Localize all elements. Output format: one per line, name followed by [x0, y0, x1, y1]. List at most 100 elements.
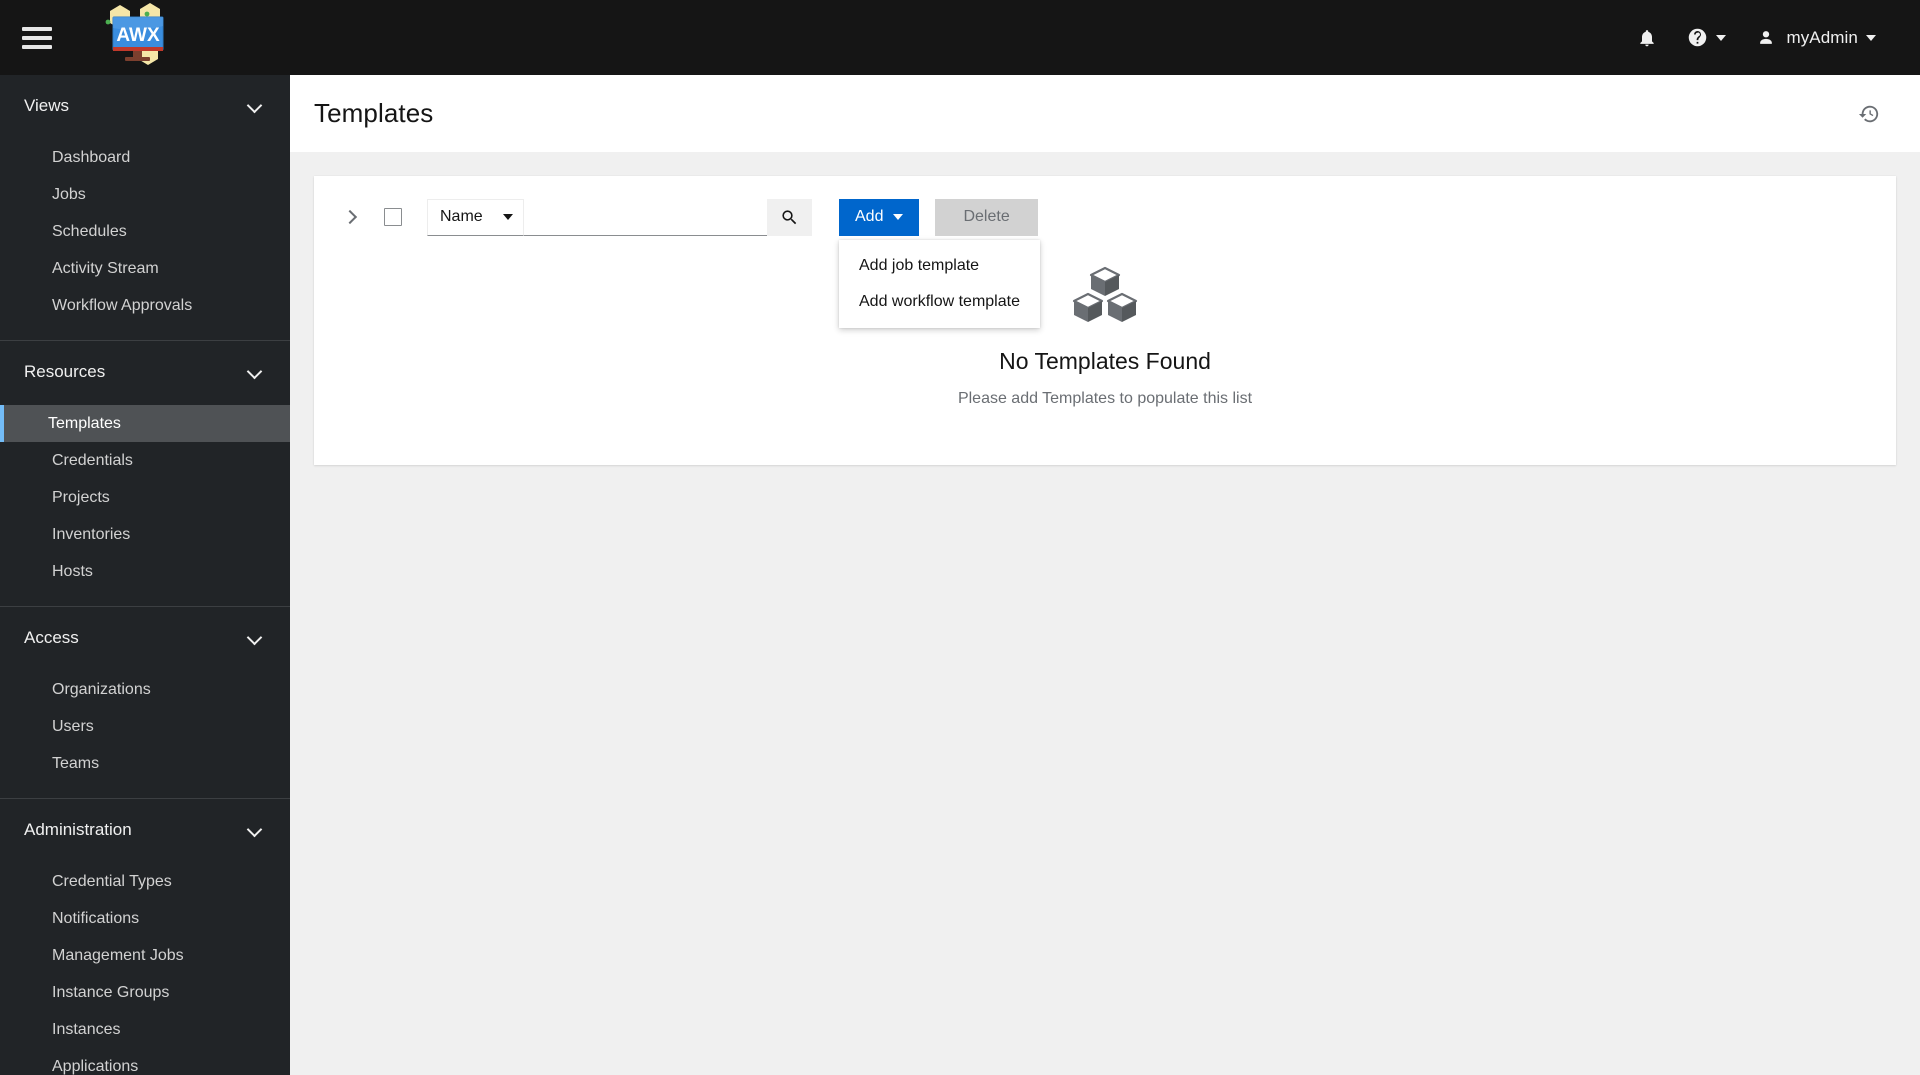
masthead: AWX myAdmin	[0, 0, 1920, 75]
nav-group-label: Access	[24, 628, 79, 647]
sidebar-item-dashboard[interactable]: Dashboard	[0, 139, 290, 176]
content-area: Name Add Add job template Add workflow te…	[290, 152, 1920, 1075]
sidebar-item-instances[interactable]: Instances	[0, 1011, 290, 1048]
chevron-down-icon	[248, 823, 262, 837]
sidebar-item-activity-stream[interactable]: Activity Stream	[0, 250, 290, 287]
user-menu-button[interactable]: myAdmin	[1742, 15, 1890, 61]
activity-history-button[interactable]	[1850, 95, 1888, 133]
chevron-down-icon	[1716, 34, 1727, 41]
sidebar-item-projects[interactable]: Projects	[0, 479, 290, 516]
sidebar-item-label: Applications	[52, 1057, 139, 1075]
empty-state-title: No Templates Found	[999, 348, 1211, 374]
search-filter-group: Name	[427, 198, 812, 236]
bell-icon	[1640, 29, 1655, 46]
sidebar-item-label: Credential Types	[52, 872, 172, 890]
nav-group-label: Resources	[24, 362, 106, 381]
awx-logo[interactable]: AWX	[88, 2, 188, 73]
sidebar-item-label: Projects	[52, 488, 110, 506]
sidebar-item-label: Templates	[48, 414, 121, 432]
nav-group-resources: Resources Templates Credentials Projects Inv…	[0, 340, 290, 606]
help-circle-icon	[1689, 28, 1707, 47]
select-all-checkbox[interactable]	[384, 208, 402, 226]
chevron-down-icon	[893, 214, 904, 220]
page-title: Templates	[314, 98, 434, 128]
add-menu-item-add-job-template[interactable]: Add job template	[839, 248, 1040, 284]
sidebar-item-hosts[interactable]: Hosts	[0, 553, 290, 590]
sidebar-item-schedules[interactable]: Schedules	[0, 213, 290, 250]
sidebar-item-label: Instance Groups	[52, 983, 170, 1001]
sidebar-item-label: Dashboard	[52, 148, 131, 166]
nav-group-items: Dashboard Jobs Schedules Activity Stream Wor…	[0, 137, 290, 340]
nav-group-administration: Administration Credential Types Notificati…	[0, 798, 290, 1075]
nav-group-header-views[interactable]: Views	[0, 75, 290, 137]
sidebar-item-credentials[interactable]: Credentials	[0, 442, 290, 479]
username-label: myAdmin	[1786, 27, 1858, 47]
sidebar-item-label: Workflow Approvals	[52, 296, 193, 314]
sidebar-item-label: Credentials	[52, 451, 133, 469]
sidebar-item-teams[interactable]: Teams	[0, 745, 290, 782]
sidebar-item-notifications[interactable]: Notifications	[0, 900, 290, 937]
expand-all-toggle[interactable]	[338, 204, 364, 230]
sidebar-item-organizations[interactable]: Organizations	[0, 671, 290, 708]
sidebar-item-inventories[interactable]: Inventories	[0, 516, 290, 553]
empty-state: No Templates Found Please add Templates …	[314, 242, 1896, 408]
sidebar-item-label: Notifications	[52, 909, 140, 927]
sidebar-item-label: Organizations	[52, 680, 151, 698]
add-dropdown-wrapper: Add Add job template Add workflow templat…	[839, 198, 1040, 328]
sidebar-item-templates[interactable]: Templates	[0, 405, 290, 442]
add-dropdown-menu: Add job template Add workflow template	[839, 239, 1040, 328]
empty-state-body: Please add Templates to populate this li…	[957, 390, 1253, 407]
hamburger-bar	[22, 26, 52, 31]
search-icon	[782, 209, 797, 224]
nav-group-items: Organizations Users Teams	[0, 669, 290, 798]
search-input[interactable]	[524, 198, 767, 236]
sidebar-item-label: Activity Stream	[52, 259, 159, 277]
sidebar-navigation: Views Dashboard Jobs Schedules Activity Stre…	[0, 75, 290, 1075]
add-button[interactable]: Add	[839, 198, 920, 236]
filter-key-label: Name	[440, 208, 483, 225]
chevron-down-icon	[248, 631, 262, 645]
hamburger-bar	[22, 44, 52, 49]
nav-group-header-administration[interactable]: Administration	[0, 799, 290, 861]
awx-logo-text: AWX	[116, 25, 160, 46]
templates-card: Name Add Add job template Add workflow te…	[314, 176, 1896, 465]
add-button-label: Add	[855, 208, 884, 225]
sidebar-item-instance-groups[interactable]: Instance Groups	[0, 974, 290, 1011]
sidebar-item-applications[interactable]: Applications	[0, 1048, 290, 1075]
sidebar-item-label: Jobs	[52, 185, 86, 203]
sidebar-item-label: Schedules	[52, 222, 127, 240]
filter-key-dropdown[interactable]: Name	[427, 198, 524, 236]
sidebar-item-label: Management Jobs	[52, 946, 184, 964]
add-menu-item-add-workflow-template[interactable]: Add workflow template	[839, 284, 1040, 320]
sidebar-item-jobs[interactable]: Jobs	[0, 176, 290, 213]
help-button[interactable]	[1673, 15, 1740, 61]
list-toolbar: Name Add Add job template Add workflow te…	[314, 176, 1896, 328]
nav-group-header-resources[interactable]: Resources	[0, 341, 290, 403]
hamburger-bar	[22, 35, 52, 40]
sidebar-item-label: Instances	[52, 1020, 121, 1038]
nav-group-label: Views	[24, 96, 70, 115]
notifications-button[interactable]	[1623, 15, 1671, 61]
chevron-down-icon	[503, 214, 513, 220]
sidebar-item-label: Users	[52, 717, 94, 735]
sidebar-item-users[interactable]: Users	[0, 708, 290, 745]
chevron-down-icon	[248, 99, 262, 113]
cubes-icon	[1072, 266, 1138, 326]
nav-group-label: Administration	[24, 820, 132, 839]
masthead-actions: myAdmin	[1623, 15, 1920, 61]
chevron-down-icon	[248, 365, 262, 379]
page-header: Templates	[290, 75, 1920, 152]
sidebar-item-credential-types[interactable]: Credential Types	[0, 863, 290, 900]
nav-group-views: Views Dashboard Jobs Schedules Activity Stre…	[0, 75, 290, 340]
search-submit-button[interactable]	[767, 198, 812, 236]
sidebar-item-label: Inventories	[52, 525, 131, 543]
user-icon	[1760, 30, 1773, 44]
nav-group-header-access[interactable]: Access	[0, 607, 290, 669]
sidebar-item-management-jobs[interactable]: Management Jobs	[0, 937, 290, 974]
sidebar-item-label: Teams	[52, 754, 100, 772]
nav-group-items: Templates Credentials Projects Inventories H…	[0, 403, 290, 606]
sidebar-item-label: Hosts	[52, 562, 93, 580]
delete-button[interactable]: Delete	[935, 198, 1038, 236]
nav-toggle-icon[interactable]	[22, 26, 52, 49]
sidebar-item-workflow-approvals[interactable]: Workflow Approvals	[0, 287, 290, 324]
